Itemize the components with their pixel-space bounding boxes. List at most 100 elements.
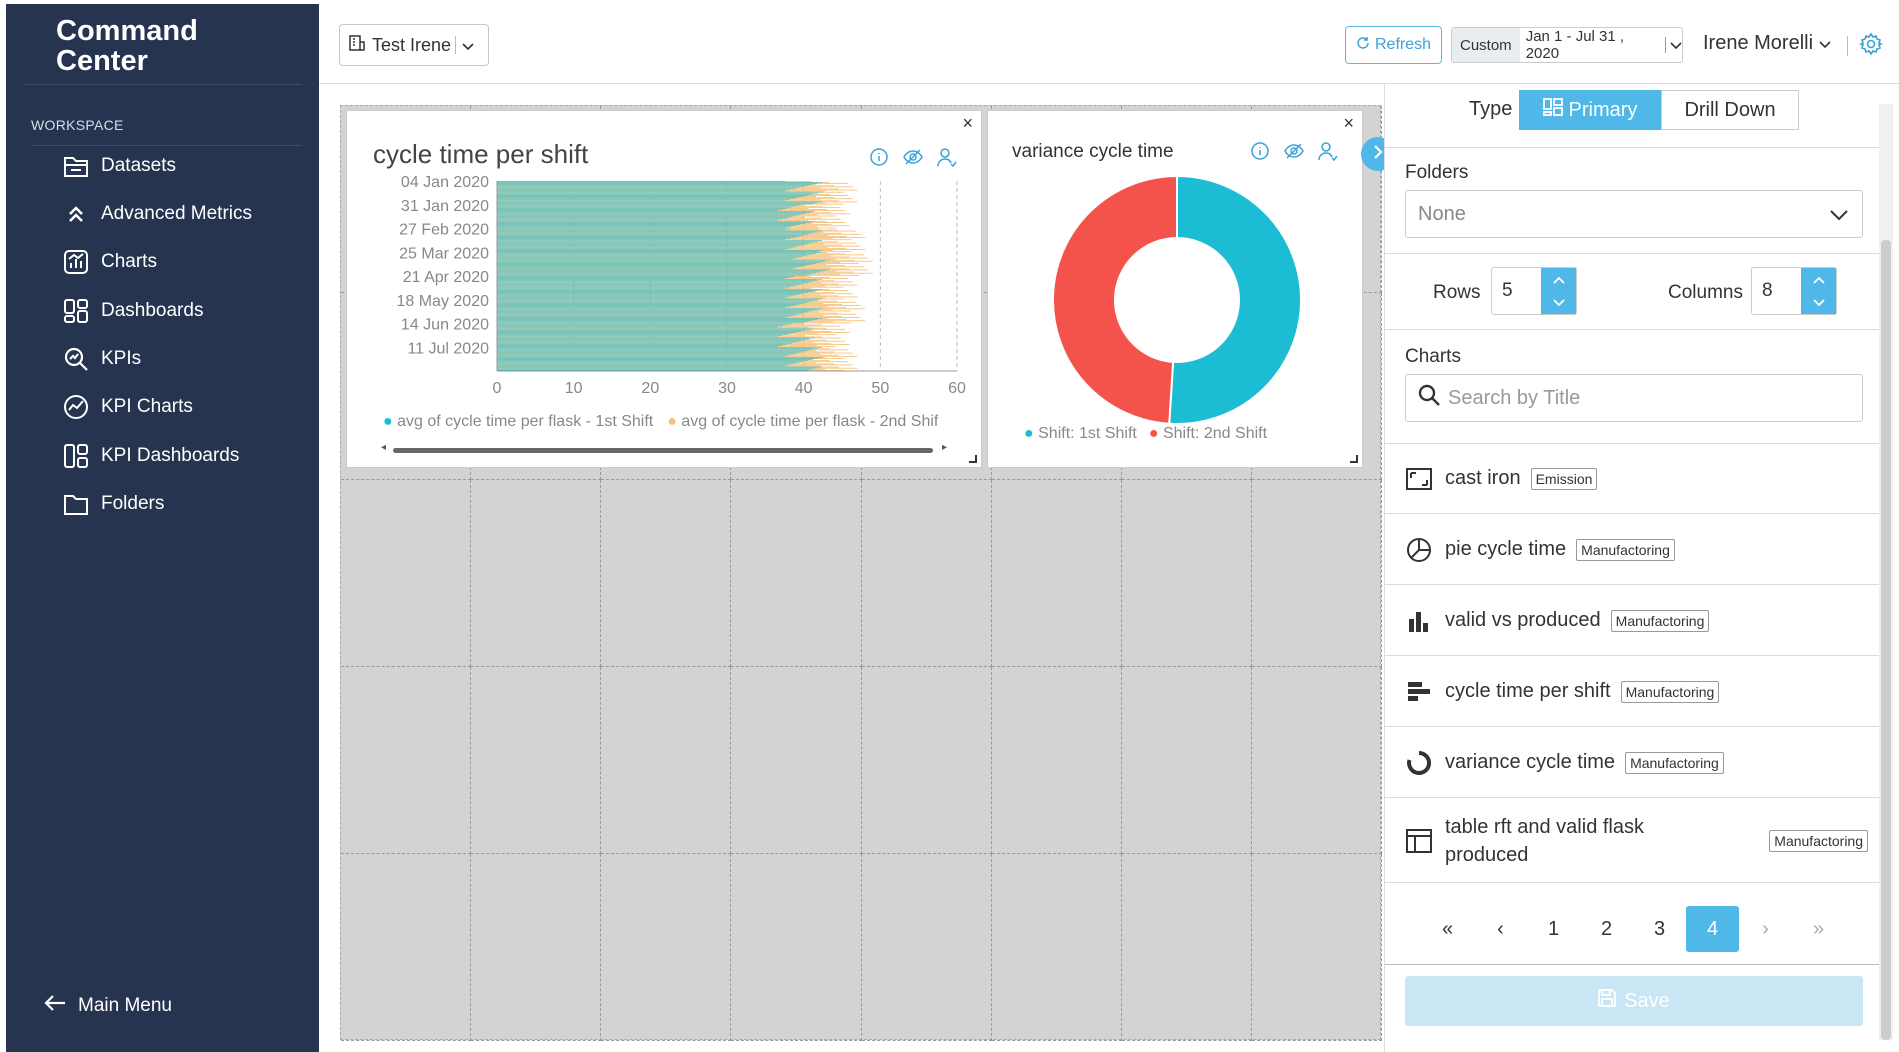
bar-1st-shift (497, 280, 818, 281)
next-page-button[interactable]: › (1739, 906, 1792, 952)
info-icon[interactable] (869, 147, 889, 172)
close-icon[interactable]: × (962, 113, 973, 134)
chart-list-item[interactable]: variance cycle time Manufactoring (1385, 728, 1880, 798)
resize-handle[interactable] (969, 455, 977, 463)
last-page-button[interactable]: » (1792, 906, 1845, 952)
workspace-label: WORKSPACE (31, 117, 124, 133)
bar-1st-shift (497, 317, 786, 318)
bar-1st-shift (497, 257, 798, 259)
columns-stepper[interactable]: 8 (1751, 267, 1837, 315)
chart-list-item[interactable]: cast iron Emission (1385, 444, 1880, 514)
page-2[interactable]: 2 (1580, 906, 1633, 952)
chart-list-item[interactable]: valid vs produced Manufactoring (1385, 586, 1880, 656)
bar-1st-shift (497, 367, 818, 369)
type-drill-label: Drill Down (1684, 98, 1776, 121)
bar-1st-shift (497, 368, 813, 370)
hide-eye-icon[interactable] (903, 147, 923, 172)
donut-slice[interactable] (1168, 175, 1302, 425)
save-button[interactable]: Save (1405, 976, 1863, 1026)
sidebar-item-dashboards[interactable]: Dashboards (61, 291, 203, 331)
pagination: « ‹ 1 2 3 4 › » (1421, 906, 1845, 952)
sidebar-item-kpis[interactable]: KPIs (61, 339, 141, 379)
sidebar-item-advanced-metrics[interactable]: Advanced Metrics (61, 194, 252, 234)
chevron-up-icon[interactable] (1812, 271, 1825, 289)
kpi-frame-icon (1405, 465, 1433, 493)
donut-slice[interactable] (1052, 175, 1178, 425)
bar-1st-shift (497, 188, 795, 190)
close-icon[interactable]: × (1343, 113, 1354, 134)
bar-1st-shift (497, 305, 795, 306)
bar-1st-shift (497, 346, 778, 347)
refresh-button[interactable]: Refresh (1345, 26, 1442, 64)
chart-card-title: variance cycle time (1012, 141, 1174, 162)
date-range-picker[interactable]: Custom Jan 1 - Jul 31 , 2020 (1451, 27, 1683, 63)
bar-1st-shift (497, 202, 818, 204)
grid-cell (861, 854, 992, 1041)
page-4[interactable]: 4 (1686, 906, 1739, 952)
bar-1st-shift (497, 227, 787, 229)
chevron-up-icon[interactable] (1552, 271, 1565, 289)
user-share-icon[interactable] (1318, 141, 1338, 166)
bar-1st-shift (497, 318, 823, 319)
bar-1st-shift (497, 197, 800, 198)
bar-1st-shift (497, 283, 804, 285)
workspace-select[interactable]: Test Irene (339, 24, 489, 66)
hide-eye-icon[interactable] (1284, 141, 1304, 166)
first-page-button[interactable]: « (1421, 906, 1474, 952)
grid-cell (1121, 667, 1252, 854)
bar-1st-shift (497, 228, 790, 230)
chevron-down-icon[interactable] (1812, 294, 1825, 312)
page-3[interactable]: 3 (1633, 906, 1686, 952)
page-1[interactable]: 1 (1527, 906, 1580, 952)
bar-1st-shift (497, 348, 818, 349)
chart-card-cycle-time-per-shift[interactable]: × cycle time per shift 0 10 20 30 40 50 60 04 J… (346, 110, 982, 468)
horizontal-scrollbar[interactable]: ◂ ▸ (381, 442, 947, 455)
chart-tag: Manufactoring (1620, 680, 1720, 703)
chart-list-item[interactable]: cycle time per shift Manufactoring (1385, 657, 1880, 727)
user-share-icon[interactable] (937, 147, 957, 172)
bar-1st-shift (497, 273, 812, 275)
x-tick-label: 40 (795, 380, 813, 397)
type-drill-down-button[interactable]: Drill Down (1661, 90, 1799, 130)
grid-cell (341, 480, 472, 667)
main-menu-link[interactable]: Main Menu (44, 994, 172, 1018)
legend-item[interactable]: ● Shift: 1st Shift (1024, 425, 1137, 443)
chart-legend: ● avg of cycle time per flask - 1st Shif… (383, 413, 938, 431)
legend-label: Shift: 2nd Shift (1162, 425, 1268, 442)
chart-list-item[interactable]: table rft and valid flask produced Manuf… (1385, 799, 1880, 883)
sidebar-item-kpi-dashboards[interactable]: KPI Dashboards (61, 436, 239, 476)
legend-item[interactable]: ● Shift: 2nd Shift (1149, 425, 1267, 443)
bar-1st-shift (497, 304, 800, 305)
sidebar-item-folders[interactable]: Folders (61, 484, 164, 524)
sidebar-item-charts[interactable]: Charts (61, 242, 157, 282)
folders-select[interactable]: None (1405, 190, 1863, 238)
type-primary-button[interactable]: Primary (1519, 90, 1661, 130)
rows-stepper[interactable]: 5 (1491, 267, 1577, 315)
bar-1st-shift (497, 323, 792, 325)
search-input[interactable]: Search by Title (1405, 374, 1863, 422)
sidebar-item-kpi-charts[interactable]: KPI Charts (61, 387, 193, 427)
folders-label: Folders (1405, 162, 1469, 183)
panel-scrollbar-thumb[interactable] (1881, 240, 1891, 1040)
bar-1st-shift (497, 249, 786, 250)
gear-icon[interactable] (1859, 32, 1883, 61)
sidebar-item-datasets[interactable]: Datasets (61, 146, 176, 186)
bar-1st-shift (497, 181, 786, 182)
legend-item[interactable]: ● avg of cycle time per flask - 2nd Shif (667, 413, 938, 431)
chevron-down-icon[interactable] (1552, 294, 1565, 312)
bar-1st-shift (497, 212, 810, 213)
grid-cell (861, 667, 992, 854)
chart-list-name: table rft and valid flask produced (1445, 815, 1644, 866)
chart-list-item[interactable]: pie cycle time Manufactoring (1385, 515, 1880, 585)
grid-cell (861, 480, 992, 667)
bar-1st-shift (497, 297, 786, 299)
chart-card-variance-cycle-time[interactable]: × variance cycle time ● Shift: 1st Shift… (987, 110, 1363, 468)
prev-page-button[interactable]: ‹ (1474, 906, 1527, 952)
bar-1st-shift (497, 189, 790, 191)
legend-item[interactable]: ● avg of cycle time per flask - 1st Shif… (383, 413, 653, 431)
resize-handle[interactable] (1350, 455, 1358, 463)
folders-value: None (1418, 202, 1466, 225)
info-icon[interactable] (1250, 141, 1270, 166)
bar-1st-shift (497, 269, 830, 271)
user-menu[interactable]: Irene Morelli (1703, 32, 1831, 55)
